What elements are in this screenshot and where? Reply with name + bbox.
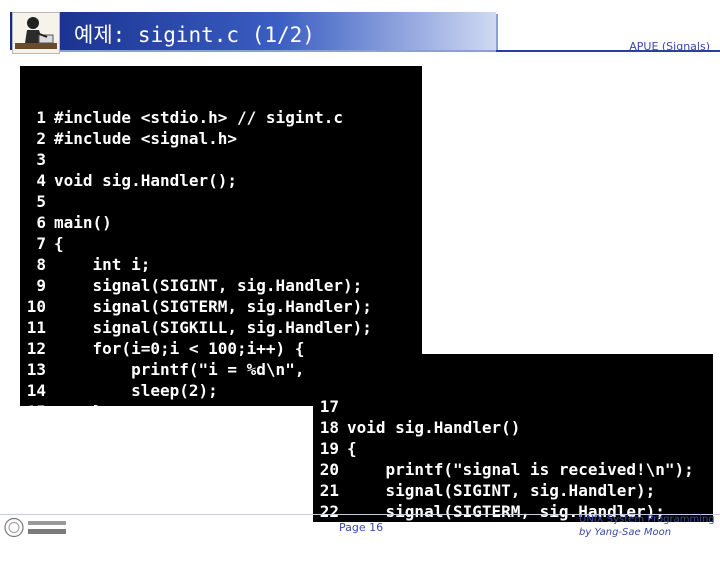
- code-text: void sig.Handler();: [54, 171, 238, 190]
- code-line: 2 #include <signal.h>: [20, 128, 422, 149]
- header-divider: [496, 50, 720, 52]
- code-line: 19 {: [313, 438, 713, 459]
- person-at-desk-icon: [12, 12, 60, 54]
- code-text: signal(SIGKILL, sig.Handler);: [54, 318, 372, 337]
- code-line: 9 signal(SIGINT, sig.Handler);: [20, 275, 422, 296]
- line-number: 14: [26, 381, 46, 400]
- line-number: 8: [36, 255, 46, 274]
- page-title: 예제: sigint.c (1/2): [74, 23, 315, 47]
- code-line: 20 printf("signal is received!\n");: [313, 459, 713, 480]
- line-number: 11: [26, 318, 46, 337]
- code-line: 3: [20, 149, 422, 170]
- code-text: {: [347, 439, 357, 458]
- code-line: 5: [20, 191, 422, 212]
- code-text: #include <stdio.h> // sigint.c: [54, 108, 343, 127]
- line-number: 12: [26, 339, 46, 358]
- code-text: signal(SIGTERM, sig.Handler);: [54, 297, 372, 316]
- line-number: 7: [36, 234, 46, 253]
- line-number: 10: [26, 297, 46, 316]
- code-text: int i;: [54, 255, 151, 274]
- code-text: signal(SIGINT, sig.Handler);: [54, 276, 363, 295]
- line-number: 4: [36, 171, 46, 190]
- code-line: 7{: [20, 233, 422, 254]
- code-text: sleep(2);: [54, 381, 218, 400]
- course-name: UNIX System Programming: [579, 514, 715, 525]
- code-text: #include <signal.h>: [54, 129, 238, 148]
- line-number: 5: [36, 192, 46, 211]
- line-number: 9: [36, 276, 46, 295]
- line-number: 13: [26, 360, 46, 379]
- code-line: 4 void sig.Handler();: [20, 170, 422, 191]
- course-info: UNIX System Programming by Yang-Sae Moon: [579, 513, 715, 539]
- code-line: 1 #include <stdio.h> // sigint.c: [20, 107, 422, 128]
- course-author: by Yang-Sae Moon: [579, 527, 672, 538]
- code-text: }: [54, 423, 64, 442]
- university-seal-icon: [4, 517, 70, 538]
- line-number: 6: [36, 213, 46, 232]
- line-number: 3: [36, 150, 46, 169]
- code-line: 6 main(): [20, 212, 422, 233]
- code-line: 21 signal(SIGINT, sig.Handler);: [313, 480, 713, 501]
- line-number: 15: [26, 402, 46, 421]
- page-number: Page 16: [339, 521, 384, 534]
- code-line: 10 signal(SIGTERM, sig.Handler);: [20, 296, 422, 317]
- code-text: {: [54, 234, 64, 253]
- code-panel-handler: 17 18 void sig.Handler() 19 {20 printf("sign…: [313, 354, 713, 563]
- code-text: }: [347, 544, 357, 563]
- code-text: main(): [54, 213, 112, 232]
- code-line: 11 signal(SIGKILL, sig.Handler);: [20, 317, 422, 338]
- line-number: 21: [319, 481, 339, 500]
- line-number: 1: [36, 108, 46, 127]
- line-number: 19: [319, 439, 339, 458]
- code-text: printf("signal is received!\n");: [347, 460, 694, 479]
- line-number: 2: [36, 129, 46, 148]
- line-number: 24: [319, 544, 339, 563]
- code-line: 18 void sig.Handler(): [313, 417, 713, 438]
- line-number: 22: [319, 502, 339, 521]
- line-number: 18: [319, 418, 339, 437]
- line-number: 16: [26, 423, 46, 442]
- line-number: 17: [319, 397, 339, 416]
- code-line: 17: [313, 396, 713, 417]
- code-text: for(i=0;i < 100;i++) {: [54, 339, 305, 358]
- code-line: 8 int i;: [20, 254, 422, 275]
- line-number: 20: [319, 460, 339, 479]
- code-text: void sig.Handler(): [347, 418, 521, 437]
- code-text: signal(SIGINT, sig.Handler);: [347, 481, 656, 500]
- code-text: }: [54, 402, 103, 421]
- code-line: 24}: [313, 543, 713, 564]
